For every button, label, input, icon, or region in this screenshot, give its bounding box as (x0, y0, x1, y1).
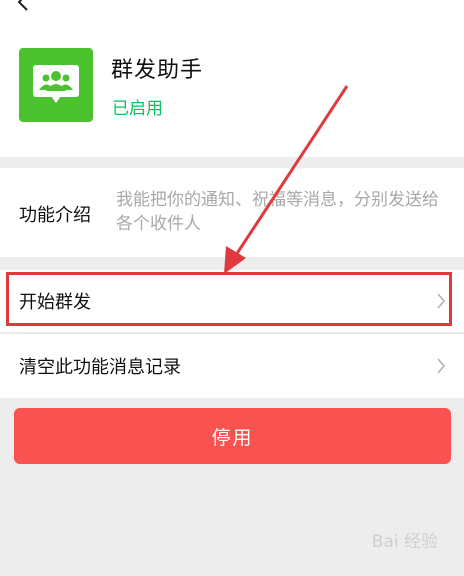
stop-button[interactable]: 停用 (14, 408, 451, 464)
clear-history-item[interactable]: 清空此功能消息记录 (0, 334, 464, 398)
intro-text: 我能把你的通知、祝福等消息，分别发送给各个收件人 (116, 190, 439, 234)
app-name: 群发助手 (111, 58, 204, 83)
intro-label: 功能介绍 (19, 205, 91, 226)
app-header: 群发助手 已启用 (0, 0, 464, 157)
group-chat-icon (19, 48, 93, 122)
chevron-right-icon (437, 358, 446, 374)
app-status: 已启用 (112, 99, 163, 119)
clear-history-label: 清空此功能消息记录 (19, 357, 181, 378)
highlight-box (6, 272, 452, 326)
back-arrow-icon[interactable] (14, 0, 34, 12)
feature-intro: 功能介绍 我能把你的通知、祝福等消息，分别发送给各个收件人 (0, 168, 464, 257)
watermark: Bai 经验 (371, 532, 438, 552)
